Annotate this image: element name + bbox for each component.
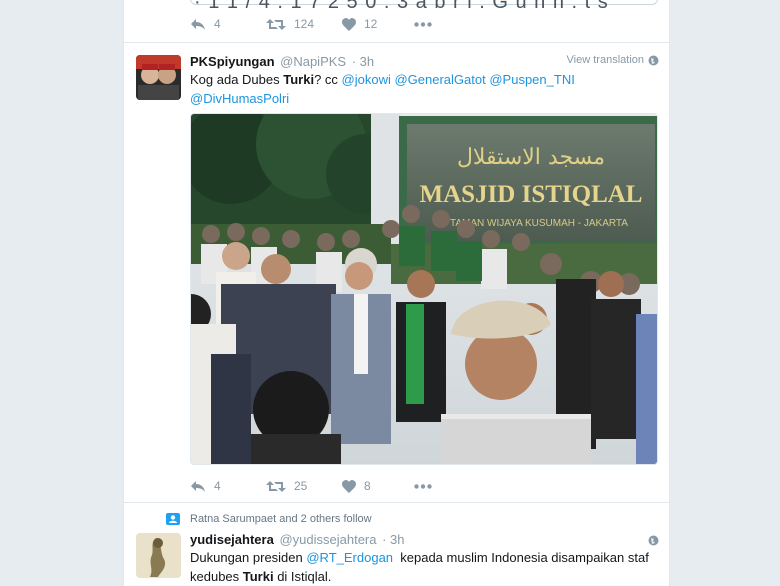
retweet-button[interactable]: 25 (266, 479, 342, 493)
retweet-count: 25 (294, 479, 308, 493)
author-name[interactable]: yudisejahtera (190, 532, 274, 547)
globe-icon (648, 55, 659, 65)
sign-title-text: MASJID ISTIQLAL (420, 181, 643, 208)
mention-link[interactable]: @jokowi (342, 72, 391, 87)
heart-icon (342, 479, 356, 493)
retweet-count: 124 (294, 17, 315, 31)
tweet-text-part: kedubes (190, 569, 243, 584)
reply-icon (191, 480, 205, 492)
view-translation-label: View translation (566, 54, 644, 66)
person-icon (166, 513, 180, 525)
reply-icon (191, 18, 205, 30)
globe-icon[interactable] (648, 535, 659, 546)
more-button[interactable] (414, 483, 432, 489)
author-name[interactable]: PKSpiyungan (190, 54, 275, 69)
tweet-photo[interactable]: مسجد الاستقلال MASJID ISTIQLAL JL. TAMAN… (190, 113, 658, 465)
photo-image: مسجد الاستقلال MASJID ISTIQLAL JL. TAMAN… (191, 114, 657, 464)
tweet-text-bold: Turki (242, 569, 274, 584)
tweet-next[interactable]: Ratna Sarumpaet and 2 others follow yudi… (124, 503, 669, 586)
tweet-header: yudisejahtera @yudissejahtera · 3h (190, 532, 405, 547)
sign-arabic-text: مسجد الاستقلال (457, 145, 605, 170)
tweet-text-part: di Istiqlal. (273, 569, 332, 584)
timeline: · 1 1 / 4 . 1 7 2 5 0 . 3 a b r i . G u … (123, 0, 670, 586)
reply-button[interactable]: 4 (190, 17, 266, 31)
reply-count: 4 (214, 17, 221, 31)
tweet-text-part: Kog ada Dubes (190, 72, 284, 87)
tweet-time[interactable]: · 3h (382, 532, 404, 547)
tweet-text: Kog ada Dubes Turki? cc @jokowi @General… (190, 70, 650, 108)
social-context: Ratna Sarumpaet and 2 others follow (166, 513, 372, 525)
mention-link[interactable]: @Puspen_TNI (489, 72, 574, 87)
tweet-main[interactable]: PKSpiyungan @NapiPKS · 3h View translati… (124, 43, 669, 503)
tweet-actions: 4 25 8 (190, 479, 432, 493)
retweet-icon (266, 18, 286, 30)
mention-link[interactable]: @RT_Erdogan (306, 550, 393, 565)
like-count: 8 (364, 479, 371, 493)
tweet-actions: 4 124 12 (190, 17, 432, 31)
tweet-previous[interactable]: · 1 1 / 4 . 1 7 2 5 0 . 3 a b r i . G u … (124, 0, 669, 43)
tweet-text-part: kepada muslim Indonesia disampaikan staf (393, 550, 649, 565)
author-handle[interactable]: @yudissejahtera (279, 532, 376, 547)
tweet-text-part: Dukungan presiden (190, 550, 307, 565)
mention-link[interactable]: @GeneralGatot (394, 72, 485, 87)
tweet-header: PKSpiyungan @NapiPKS · 3h (190, 54, 374, 69)
tweet-text-bold: Turki (283, 72, 315, 87)
tweet-previous-text: · 1 1 / 4 . 1 7 2 5 0 . 3 a b r i . G u … (194, 0, 609, 13)
avatar-image (136, 533, 181, 578)
mention-link[interactable]: @DivHumasPolri (190, 91, 289, 106)
like-button[interactable]: 12 (342, 17, 414, 31)
avatar[interactable] (136, 55, 181, 100)
more-icon (414, 483, 432, 489)
more-button[interactable] (414, 21, 432, 27)
reply-count: 4 (214, 479, 221, 493)
tweet-time[interactable]: · 3h (352, 54, 374, 69)
tweet-text: Dukungan presiden @RT_Erdogan kepada mus… (190, 548, 660, 586)
retweet-button[interactable]: 124 (266, 17, 342, 31)
social-context-text[interactable]: Ratna Sarumpaet and 2 others follow (190, 513, 372, 525)
like-button[interactable]: 8 (342, 479, 414, 493)
like-count: 12 (364, 17, 378, 31)
author-handle[interactable]: @NapiPKS (280, 54, 346, 69)
view-translation[interactable]: View translation (567, 54, 659, 66)
reply-button[interactable]: 4 (190, 479, 266, 493)
avatar[interactable] (136, 533, 181, 578)
retweet-icon (266, 480, 286, 492)
more-icon (414, 21, 432, 27)
heart-icon (342, 17, 356, 31)
avatar-image (136, 55, 181, 100)
tweet-text-part: ? cc (314, 72, 342, 87)
